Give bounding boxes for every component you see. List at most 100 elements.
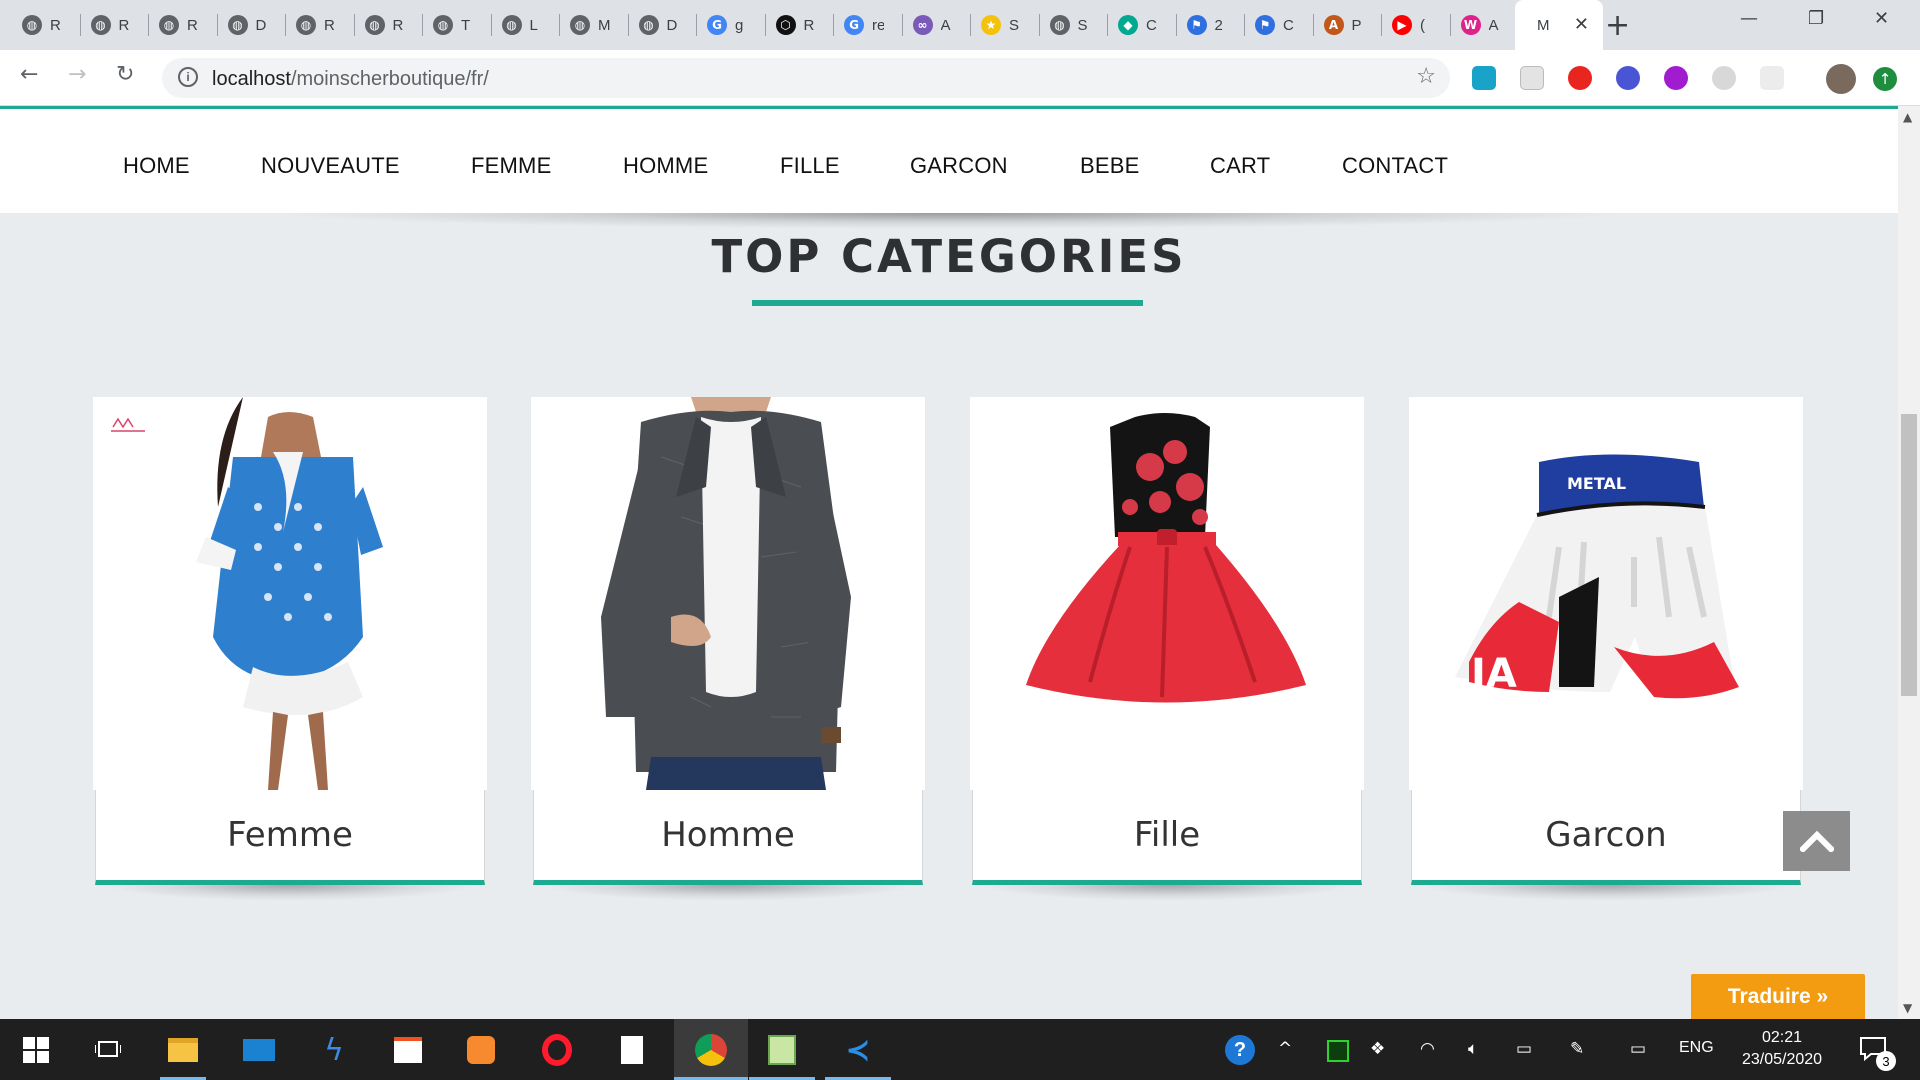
system-clock[interactable]: 02:21 23/05/2020	[1732, 1027, 1832, 1071]
browser-tab[interactable]: ◍ R	[12, 0, 81, 50]
category-label-box[interactable]: Femme	[95, 790, 485, 885]
hamachi-icon[interactable]	[1320, 1033, 1356, 1069]
adblock-extension-icon[interactable]	[1568, 66, 1592, 90]
help-icon[interactable]: ?	[1222, 1032, 1258, 1068]
address-bar[interactable]: i localhost/moinscherboutique/fr/ ☆	[162, 58, 1450, 98]
forward-icon[interactable]: →	[68, 62, 86, 87]
category-label[interactable]: Femme	[227, 815, 353, 855]
restore-icon[interactable]: ❐	[1808, 8, 1824, 29]
close-window-icon[interactable]: ✕	[1874, 8, 1889, 29]
category-label[interactable]: Garcon	[1545, 815, 1666, 855]
media-player-icon[interactable]	[463, 1032, 499, 1068]
new-tab-button[interactable]: +	[1605, 8, 1630, 43]
blazer-image[interactable]	[531, 397, 925, 790]
browser-tab[interactable]: ◍ R	[286, 0, 355, 50]
browser-tab[interactable]: ◍ L	[492, 0, 560, 50]
category-card-garcon[interactable]: METAL IA Garcon	[1409, 397, 1803, 901]
tab-title: S	[1009, 16, 1020, 34]
scroll-down-arrow-icon[interactable]: ▼	[1903, 1001, 1912, 1015]
nav-garcon[interactable]: GARCON	[910, 153, 1008, 179]
powershell-icon[interactable]: ϟ	[316, 1032, 352, 1068]
browser-tab[interactable]: ◍ S	[1040, 0, 1108, 50]
browser-tab[interactable]: ◍ D	[218, 0, 286, 50]
browser-tab[interactable]: ◍ M	[560, 0, 629, 50]
chrome-icon[interactable]	[693, 1032, 729, 1068]
camera-extension-icon[interactable]	[1712, 66, 1736, 90]
girl-dress-image[interactable]	[970, 397, 1364, 790]
browser-tab[interactable]: Gre	[834, 0, 903, 50]
file-explorer-icon[interactable]	[165, 1032, 201, 1068]
language-indicator[interactable]: ENG	[1679, 1039, 1714, 1057]
url-text[interactable]: localhost/moinscherboutique/fr/	[212, 68, 489, 91]
browser-tab[interactable]: M ✕	[1515, 0, 1603, 50]
translate-extension-icon[interactable]	[1472, 66, 1496, 90]
browser-tab[interactable]: Gg	[697, 0, 766, 50]
nav-femme[interactable]: FEMME	[471, 153, 551, 179]
back-icon[interactable]: ←	[20, 62, 38, 87]
pocket-extension-icon[interactable]	[1520, 66, 1544, 90]
notepad-icon[interactable]	[614, 1032, 650, 1068]
site-navigation: HOME NOUVEAUTE FEMME HOMME FILLE GARCON …	[0, 109, 1898, 213]
task-view-icon[interactable]	[90, 1032, 126, 1068]
nav-bebe[interactable]: BEBE	[1080, 153, 1140, 179]
category-label-box[interactable]: Homme	[533, 790, 923, 885]
category-label-box[interactable]: Fille	[972, 790, 1362, 885]
browser-tab[interactable]: ▶(	[1382, 0, 1451, 50]
browser-tab[interactable]: ★ S	[971, 0, 1040, 50]
category-label[interactable]: Homme	[661, 815, 795, 855]
browser-tab[interactable]: ⚑ 2	[1177, 0, 1245, 50]
category-label[interactable]: Fille	[1134, 815, 1200, 855]
color-extension-icon[interactable]	[1664, 66, 1688, 90]
check-extension-icon[interactable]	[1616, 66, 1640, 90]
browser-tab[interactable]: ◍ D	[629, 0, 697, 50]
profile-avatar[interactable]	[1826, 64, 1856, 94]
vscode-icon[interactable]: ≺	[840, 1032, 876, 1068]
category-card-fille[interactable]: Fille	[970, 397, 1364, 901]
scrollbar-thumb[interactable]	[1901, 414, 1917, 696]
nav-fille[interactable]: FILLE	[780, 153, 840, 179]
translate-button[interactable]: Traduire »	[1691, 974, 1865, 1019]
nav-cart[interactable]: CART	[1210, 153, 1270, 179]
volume-icon[interactable]: 🔈︎	[1468, 1039, 1478, 1059]
update-icon[interactable]: ↑	[1873, 67, 1897, 91]
close-tab-icon[interactable]: ✕	[1574, 14, 1589, 35]
bookmark-star-icon[interactable]: ☆	[1416, 64, 1436, 89]
scroll-up-arrow-icon[interactable]: ▲	[1903, 110, 1912, 124]
scroll-to-top-button[interactable]	[1783, 811, 1850, 871]
grid-extension-icon[interactable]	[1760, 66, 1784, 90]
browser-tab[interactable]: ⬡ R	[766, 0, 834, 50]
browser-tab[interactable]: ⚑ C	[1245, 0, 1314, 50]
browser-tab[interactable]: ◍ R	[355, 0, 423, 50]
tablet-mode-icon[interactable]: ▭	[1630, 1039, 1646, 1059]
wifi-icon[interactable]: ◠	[1420, 1039, 1435, 1059]
pen-icon[interactable]: ✎	[1570, 1039, 1584, 1059]
category-card-femme[interactable]: Femme	[93, 397, 487, 901]
category-card-homme[interactable]: Homme	[531, 397, 925, 901]
browser-tab[interactable]: ◍ R	[81, 0, 149, 50]
nav-nouveaute[interactable]: NOUVEAUTE	[261, 153, 400, 179]
mail-icon[interactable]	[241, 1032, 277, 1068]
dress-image[interactable]	[93, 397, 487, 790]
battery-icon[interactable]: ▭	[1516, 1039, 1532, 1059]
reload-icon[interactable]: ↻	[116, 62, 134, 87]
browser-tab[interactable]: ◍ T	[423, 0, 492, 50]
windows-start-icon[interactable]	[18, 1032, 54, 1068]
browser-tab[interactable]: WA	[1451, 0, 1519, 50]
nav-contact[interactable]: CONTACT	[1342, 153, 1448, 179]
category-label-box[interactable]: Garcon	[1411, 790, 1801, 885]
store-icon[interactable]	[390, 1032, 426, 1068]
page-scrollbar[interactable]: ▲ ▼	[1898, 106, 1920, 1019]
dropbox-icon[interactable]: ❖	[1370, 1039, 1385, 1059]
browser-tab[interactable]: ◆ C	[1108, 0, 1177, 50]
notepad-plus-plus-icon[interactable]	[764, 1032, 800, 1068]
shorts-image[interactable]: METAL IA	[1409, 397, 1803, 790]
browser-tab[interactable]: ∞ A	[903, 0, 971, 50]
site-info-icon[interactable]: i	[178, 67, 198, 87]
minimize-icon[interactable]: —	[1740, 8, 1758, 29]
opera-icon[interactable]	[539, 1032, 575, 1068]
browser-tab[interactable]: AP	[1314, 0, 1382, 50]
nav-homme[interactable]: HOMME	[623, 153, 708, 179]
browser-tab[interactable]: ◍ R	[149, 0, 218, 50]
nav-home[interactable]: HOME	[123, 153, 190, 179]
show-hidden-icons-icon[interactable]: ^	[1278, 1039, 1292, 1059]
